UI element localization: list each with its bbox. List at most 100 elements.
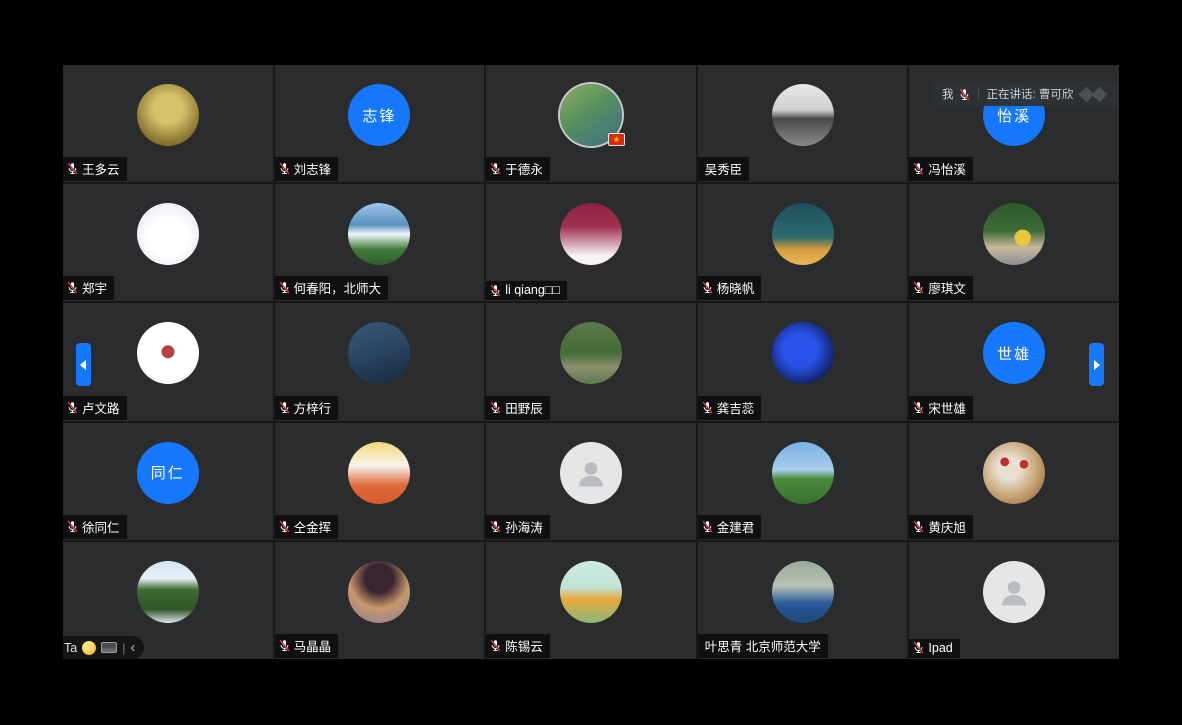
participant-name-label: li qiang□□ [486,281,567,300]
participant-name-label: 徐同仁 [63,515,127,539]
participant-name-label: 黄庆旭 [909,515,973,539]
avatar: 世雄 [983,322,1045,384]
participant-name-label: 宋世雄 [909,396,973,420]
participant-name-label: 田野辰 [486,396,550,420]
participant-tile[interactable]: 志锋 刘志锋 [275,65,485,182]
mic-muted-icon [701,520,714,533]
participant-tile[interactable]: 杨晓帆 [698,184,908,301]
meeting-grid-page: { "app": { "accent_blue": "#1677ff", "ti… [0,0,1182,725]
participant-name: 仝金挥 [294,517,332,536]
participant-tile[interactable]: 叶思青 北京师范大学 [698,542,908,659]
participant-name-label: Ipad [909,639,959,658]
participant-name-label: 廖琪文 [909,276,973,300]
speaking-status: 正在讲话: 曹可欣 [987,86,1074,102]
chevron-left-icon [80,360,86,370]
participant-name: 何春阳，北师大 [294,278,382,297]
participant-tile[interactable]: 孙海涛 [486,423,696,540]
mic-muted-icon [958,88,971,101]
avatar [983,203,1045,265]
participant-name: 黄庆旭 [928,517,966,536]
participant-name: 叶思青 北京师范大学 [705,636,821,655]
participant-tile[interactable]: 方梓行 [275,303,485,420]
participant-tile[interactable]: 世雄 宋世雄 [909,303,1119,420]
mic-muted-icon [912,520,925,533]
avatar [560,203,622,265]
status-divider [978,87,979,101]
avatar [137,322,199,384]
keyboard-icon[interactable] [101,642,117,653]
participant-tile[interactable]: 黄庆旭 [909,423,1119,540]
mic-muted-icon [278,281,291,294]
participant-tile[interactable]: 王多云 [63,65,273,182]
participant-name-label: 郑宇 [63,276,114,300]
mic-muted-icon [701,401,714,414]
avatar [137,561,199,623]
floating-toolbar[interactable]: Ta | ‹ [63,636,144,659]
mic-muted-icon [489,520,502,533]
participant-tile[interactable]: ★ 于德永 [486,65,696,182]
collapse-chevron-icon[interactable]: ‹ [130,640,135,655]
avatar [772,322,834,384]
next-page-button[interactable] [1089,343,1104,386]
prev-page-button[interactable] [76,343,91,386]
participant-name: 廖琪文 [928,278,966,297]
participant-tile[interactable]: Ipad [909,542,1119,659]
participant-tile[interactable]: 吴秀臣 [698,65,908,182]
avatar [348,442,410,504]
participant-name: 宋世雄 [928,398,966,417]
participant-name-label: 叶思青 北京师范大学 [698,634,828,658]
participant-tile[interactable]: 马晶晶 [275,542,485,659]
participant-name-label: 仝金挥 [275,515,339,539]
participant-tile[interactable]: 仝金挥 [275,423,485,540]
participant-tile[interactable]: 同仁 徐同仁 [63,423,273,540]
participant-name: 田野辰 [505,398,543,417]
participant-name-label: 方梓行 [275,396,339,420]
avatar [137,203,199,265]
mic-muted-icon [278,520,291,533]
participant-name-label: 金建君 [698,515,762,539]
participant-tile[interactable]: 卢文路 [63,303,273,420]
avatar [560,322,622,384]
avatar [772,442,834,504]
participant-name: 陈锡云 [505,636,543,655]
mic-muted-icon [489,639,502,652]
smiley-icon[interactable] [82,641,96,655]
participant-tile[interactable]: li qiang□□ [486,184,696,301]
watermark-icon [1081,89,1105,100]
participant-name-label: 陈锡云 [486,634,550,658]
participants-grid: 王多云 志锋 刘志锋 ★ 于德永 吴秀臣 怡溪 冯怡溪 郑宇 何春阳， [63,65,1119,659]
avatar [772,84,834,146]
participant-name: li qiang□□ [505,283,560,297]
avatar [772,561,834,623]
mic-muted-icon [912,401,925,414]
avatar: ★ [560,84,622,146]
participant-name: 孙海涛 [505,517,543,536]
avatar: 同仁 [137,442,199,504]
participant-tile[interactable]: 田野辰 [486,303,696,420]
mic-muted-icon [66,281,79,294]
participant-name-label: 卢文路 [63,396,127,420]
mic-muted-icon [912,641,925,654]
toolbar-divider: | [122,641,125,655]
participant-name: 吴秀臣 [705,159,743,178]
mic-muted-icon [489,401,502,414]
participant-tile[interactable]: 金建君 [698,423,908,540]
mic-muted-icon [278,162,291,175]
participant-tile[interactable]: 龚吉蕊 [698,303,908,420]
avatar [560,561,622,623]
participant-tile[interactable]: 何春阳，北师大 [275,184,485,301]
participant-name-label: 龚吉蕊 [698,396,762,420]
participant-tile[interactable]: 廖琪文 [909,184,1119,301]
participant-name-label: 冯怡溪 [909,157,973,181]
avatar [348,203,410,265]
participant-name-label: 孙海涛 [486,515,550,539]
meeting-stage: 王多云 志锋 刘志锋 ★ 于德永 吴秀臣 怡溪 冯怡溪 郑宇 何春阳， [63,65,1119,659]
participant-tile[interactable]: 陈锡云 [486,542,696,659]
mic-muted-icon [66,401,79,414]
participant-name: Ipad [928,641,952,655]
participant-tile[interactable]: 郑宇 [63,184,273,301]
avatar: 志锋 [348,84,410,146]
participant-name: 刘志锋 [294,159,332,178]
participant-name-label: 吴秀臣 [698,157,750,181]
participant-name-label: 王多云 [63,157,127,181]
